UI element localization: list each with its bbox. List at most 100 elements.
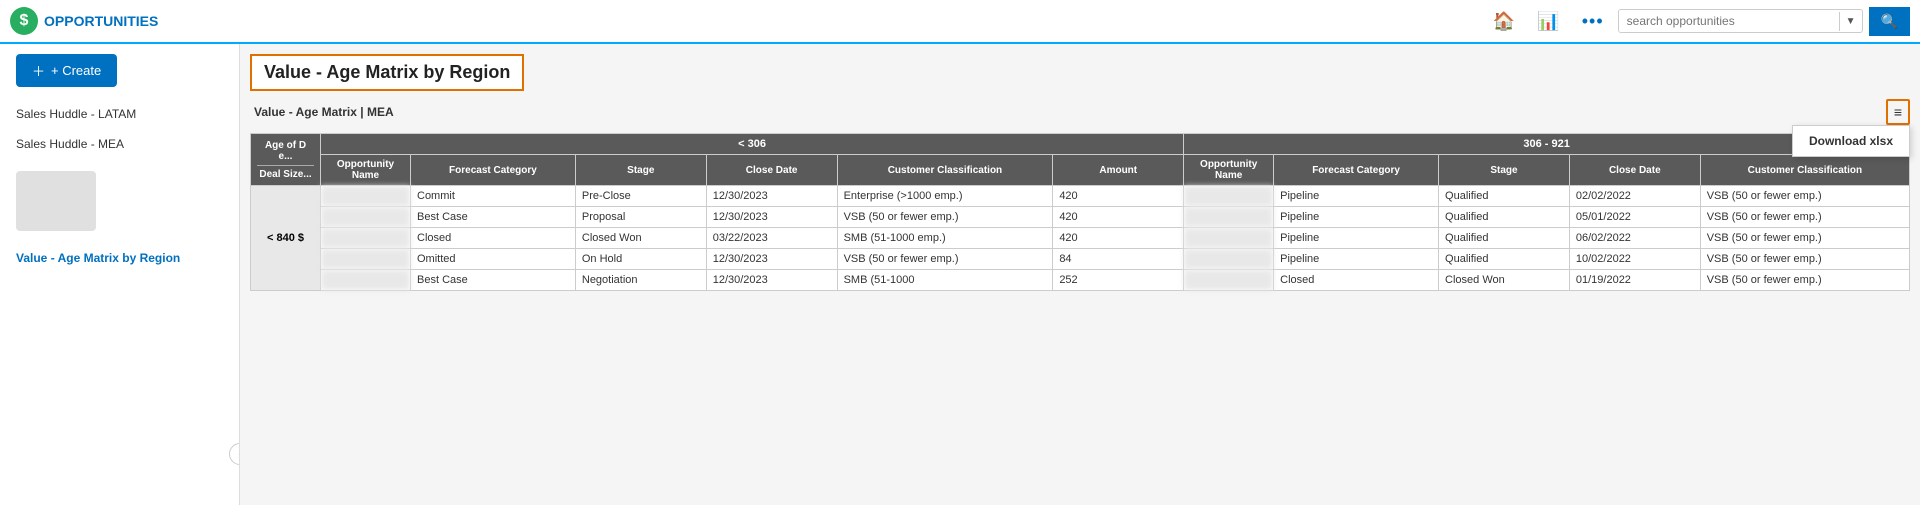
menu-button-container: ≡ Download xlsx (1886, 99, 1910, 125)
corner-line3: Deal Size... (257, 165, 314, 180)
chart-button[interactable]: 📊 (1529, 7, 1567, 36)
row-label: < 840 $ (251, 186, 321, 291)
close-date-1-1: 12/30/2023 (706, 207, 837, 228)
col-header-forecast-1: Forecast Category (411, 155, 576, 186)
create-button[interactable]: ＋ + Create (16, 54, 117, 87)
forecast-category-1-1: Best Case (411, 207, 576, 228)
col-header-customer-class-2: Customer Classification (1700, 155, 1909, 186)
search-input[interactable] (1619, 10, 1839, 32)
avatar (16, 171, 96, 231)
sidebar-active-label: Value - Age Matrix by Region (16, 251, 180, 265)
opp-name-cell-1-4 (321, 270, 411, 291)
close-date-1-2: 03/22/2023 (706, 228, 837, 249)
col-header-amount-1: Amount (1053, 155, 1184, 186)
amount-4: 252 (1053, 270, 1184, 291)
corner-header: Age of D e... Deal Size... (251, 134, 321, 186)
table-row: OmittedOn Hold12/30/2023VSB (50 or fewer… (251, 249, 1910, 270)
col-header-close-date-1: Close Date (706, 155, 837, 186)
forecast-category-2-1: Pipeline (1274, 207, 1439, 228)
main-layout: ＋ + Create Sales Huddle - LATAM Sales Hu… (0, 44, 1920, 505)
stage-2-0: Qualified (1439, 186, 1570, 207)
menu-icon: ≡ (1894, 104, 1902, 120)
col-group-2-label: 306 - 921 (1523, 138, 1569, 150)
close-date-2-2: 06/02/2022 (1569, 228, 1700, 249)
matrix-table: Age of D e... Deal Size... < 306 306 - 9… (250, 133, 1910, 291)
sidebar-item-mea-label: Sales Huddle - MEA (16, 137, 124, 151)
col-header-forecast-2: Forecast Category (1274, 155, 1439, 186)
download-xlsx-item[interactable]: Download xlsx (1793, 126, 1909, 156)
forecast-category-1-2: Closed (411, 228, 576, 249)
table-row: Best CaseProposal12/30/2023VSB (50 or fe… (251, 207, 1910, 228)
content-area: Value - Age Matrix by Region Value - Age… (240, 44, 1920, 505)
corner-line2: e... (257, 151, 314, 162)
page-title: Value - Age Matrix by Region (250, 54, 524, 91)
dropdown-menu: Download xlsx (1792, 125, 1910, 157)
create-icon: ＋ (32, 61, 45, 80)
customer-class-2-4: VSB (50 or fewer emp.) (1700, 270, 1909, 291)
sidebar: ＋ + Create Sales Huddle - LATAM Sales Hu… (0, 44, 240, 505)
more-button[interactable]: ••• (1574, 7, 1612, 36)
sub-header-text: Value - Age Matrix | MEA (254, 105, 394, 119)
col-header-close-date-2: Close Date (1569, 155, 1700, 186)
close-date-1-4: 12/30/2023 (706, 270, 837, 291)
home-icon: 🏠 (1493, 11, 1515, 31)
stage-2-3: Qualified (1439, 249, 1570, 270)
app-logo: $ OPPORTUNITIES (10, 7, 158, 35)
forecast-category-1-0: Commit (411, 186, 576, 207)
opp-name-cell-2-1 (1184, 207, 1274, 228)
search-icon: 🔍 (1881, 13, 1898, 29)
sidebar-active-item[interactable]: Value - Age Matrix by Region (0, 243, 239, 273)
forecast-category-1-4: Best Case (411, 270, 576, 291)
col-header-opp-name-1: Opportunity Name (321, 155, 411, 186)
customer-class-2-0: VSB (50 or fewer emp.) (1700, 186, 1909, 207)
search-button[interactable]: 🔍 (1869, 7, 1910, 36)
app-name: OPPORTUNITIES (44, 13, 158, 29)
close-date-2-1: 05/01/2022 (1569, 207, 1700, 228)
amount-0: 420 (1053, 186, 1184, 207)
forecast-category-2-3: Pipeline (1274, 249, 1439, 270)
sidebar-item-mea[interactable]: Sales Huddle - MEA (0, 129, 239, 159)
sidebar-item-latam-label: Sales Huddle - LATAM (16, 107, 136, 121)
opp-name-cell-1-0 (321, 186, 411, 207)
close-date-1-3: 12/30/2023 (706, 249, 837, 270)
sub-header: Value - Age Matrix | MEA ≡ Download xlsx (250, 99, 1910, 125)
sidebar-item-latam[interactable]: Sales Huddle - LATAM (0, 99, 239, 129)
menu-button[interactable]: ≡ (1886, 99, 1910, 125)
opp-name-cell-1-3 (321, 249, 411, 270)
col-header-opp-name-2: Opportunity Name (1184, 155, 1274, 186)
home-button[interactable]: 🏠 (1485, 7, 1523, 36)
forecast-category-2-4: Closed (1274, 270, 1439, 291)
stage-1-1: Proposal (575, 207, 706, 228)
stage-2-2: Qualified (1439, 228, 1570, 249)
corner-line1: Age of D (257, 140, 314, 151)
col-header-stage-1: Stage (575, 155, 706, 186)
amount-1: 420 (1053, 207, 1184, 228)
col-header-stage-2: Stage (1439, 155, 1570, 186)
forecast-category-2-0: Pipeline (1274, 186, 1439, 207)
search-dropdown-button[interactable]: ▼ (1839, 12, 1862, 31)
customer-class-1-2: SMB (51-1000 emp.) (837, 228, 1053, 249)
more-icon: ••• (1582, 11, 1604, 31)
stage-1-2: Closed Won (575, 228, 706, 249)
amount-2: 420 (1053, 228, 1184, 249)
forecast-category-1-3: Omitted (411, 249, 576, 270)
close-date-2-3: 10/02/2022 (1569, 249, 1700, 270)
forecast-category-2-2: Pipeline (1274, 228, 1439, 249)
col-header-customer-class-1: Customer Classification (837, 155, 1053, 186)
customer-class-1-4: SMB (51-1000 (837, 270, 1053, 291)
customer-class-2-2: VSB (50 or fewer emp.) (1700, 228, 1909, 249)
customer-class-1-0: Enterprise (>1000 emp.) (837, 186, 1053, 207)
opp-name-cell-2-2 (1184, 228, 1274, 249)
stage-2-4: Closed Won (1439, 270, 1570, 291)
sidebar-collapse-button[interactable]: ‹ (229, 443, 240, 465)
customer-class-2-3: VSB (50 or fewer emp.) (1700, 249, 1909, 270)
create-label: + Create (51, 63, 101, 78)
close-date-2-4: 01/19/2022 (1569, 270, 1700, 291)
table-row: Best CaseNegotiation12/30/2023SMB (51-10… (251, 270, 1910, 291)
amount-3: 84 (1053, 249, 1184, 270)
table-row: ClosedClosed Won03/22/2023SMB (51-1000 e… (251, 228, 1910, 249)
customer-class-1-3: VSB (50 or fewer emp.) (837, 249, 1053, 270)
opp-name-cell-2-0 (1184, 186, 1274, 207)
top-nav: $ OPPORTUNITIES 🏠 📊 ••• ▼ 🔍 (0, 0, 1920, 44)
stage-2-1: Qualified (1439, 207, 1570, 228)
